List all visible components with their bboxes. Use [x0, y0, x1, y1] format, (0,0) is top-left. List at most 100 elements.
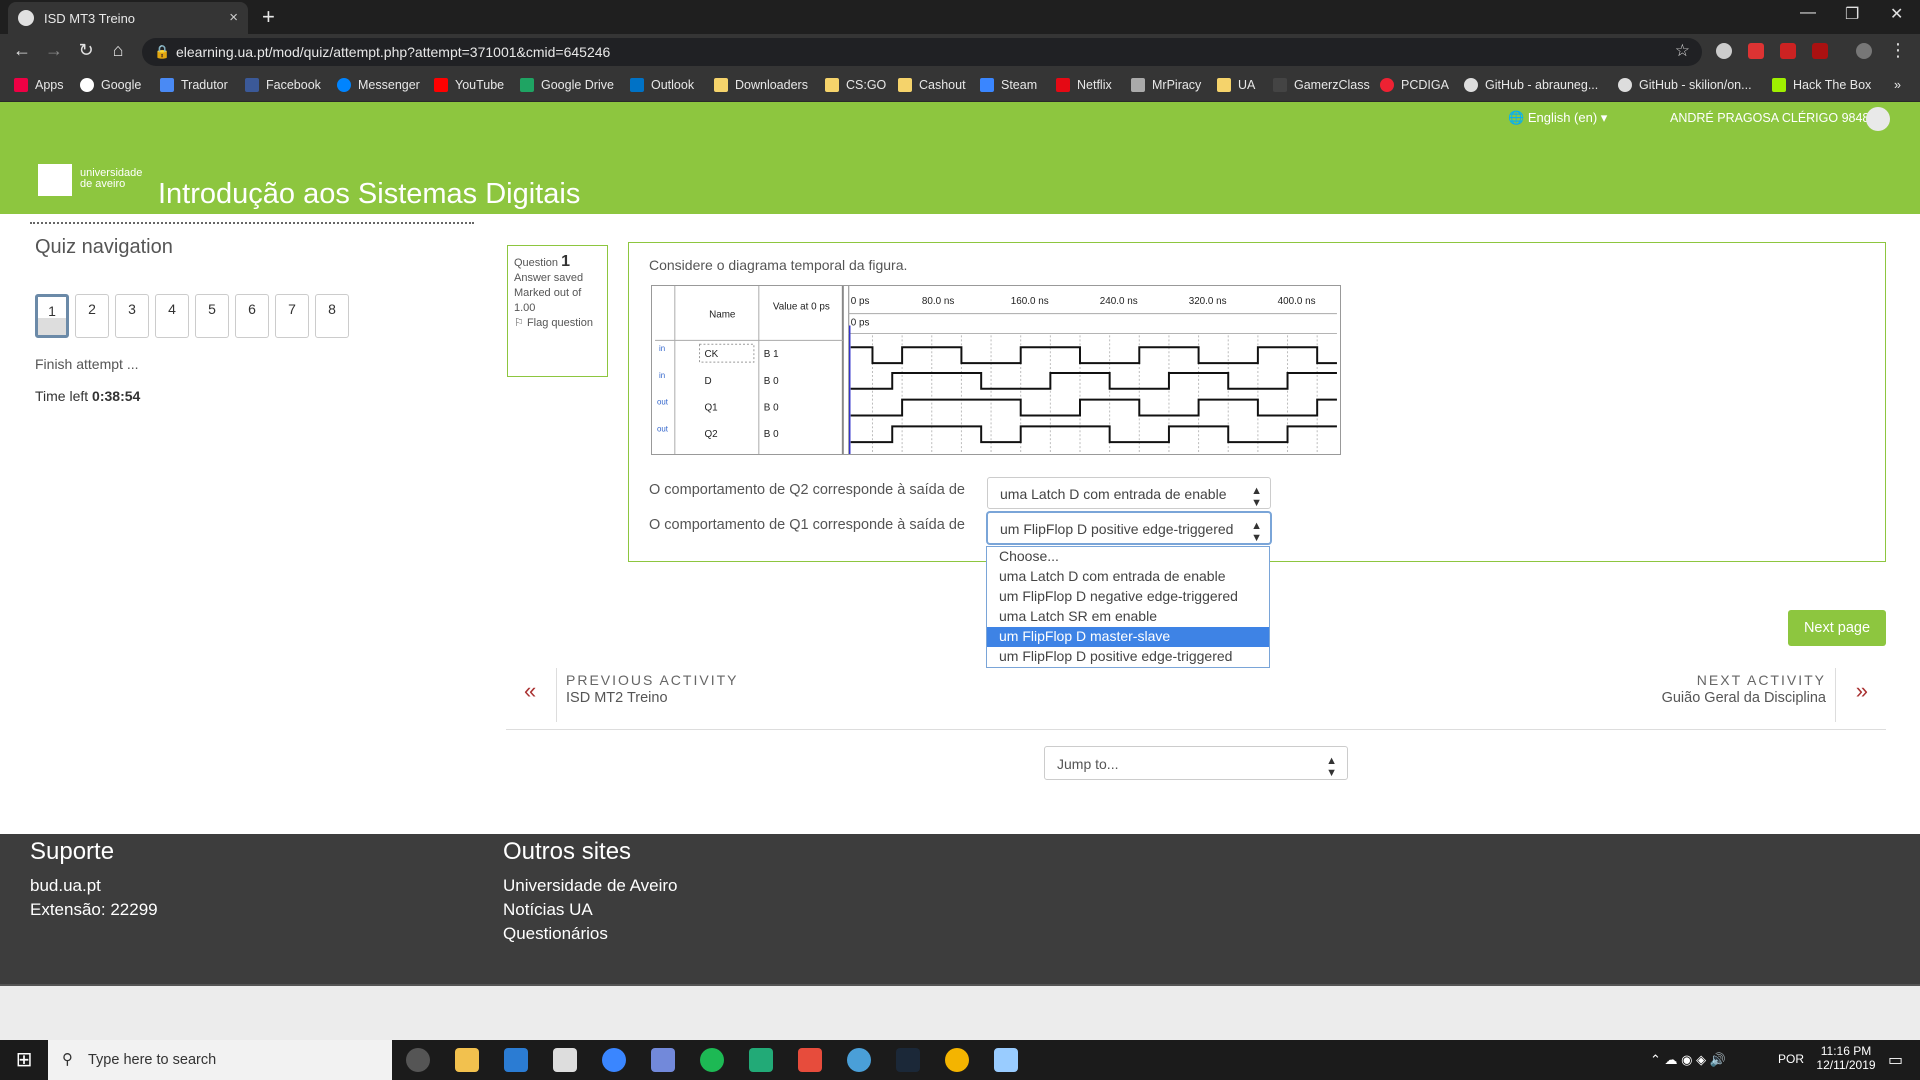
reload-icon[interactable]: ↻	[74, 40, 98, 61]
bookmark-netflix[interactable]: Netflix	[1056, 78, 1112, 92]
support-link[interactable]: bud.ua.pt	[30, 874, 101, 898]
question-button[interactable]: 8	[315, 294, 349, 338]
signal-name: D	[704, 376, 711, 387]
next-page-button[interactable]: Next page	[1788, 610, 1886, 646]
windows-taskbar: ⊞ ⚲ Type here to search ⌃ ☁ ◉ ◈ 🔊 POR 11…	[0, 1040, 1920, 1080]
bookmark-github-skilion[interactable]: GitHub - skilion/on...	[1618, 78, 1752, 92]
app-icon[interactable]	[994, 1048, 1018, 1072]
question-button[interactable]: 4	[155, 294, 189, 338]
other-sites-heading: Outros sites	[503, 838, 632, 865]
question-button[interactable]: 5	[195, 294, 229, 338]
answer-select-q2[interactable]: uma Latch D com entrada de enable ▲ ▼	[987, 477, 1271, 509]
option-choose[interactable]: Choose...	[987, 547, 1269, 567]
extension-icon[interactable]	[1748, 43, 1764, 59]
minimize-icon[interactable]: —	[1800, 4, 1816, 22]
bookmark-steam[interactable]: Steam	[980, 78, 1037, 92]
answer-select-q1[interactable]: um FlipFlop D positive edge-triggered ▲ ▼	[987, 512, 1271, 544]
previous-activity-link[interactable]: ISD MT2 Treino	[566, 690, 668, 706]
bookmark-outlook[interactable]: Outlook	[630, 78, 694, 92]
back-icon[interactable]: ←	[10, 40, 34, 61]
app-icon[interactable]	[798, 1048, 822, 1072]
signal-value: B 0	[764, 403, 779, 414]
university-logo-text: universidade de aveiro	[80, 167, 143, 190]
tab-close-icon[interactable]: ×	[229, 9, 238, 26]
flag-question[interactable]: ⚐ Flag question	[514, 316, 601, 331]
extension-icon[interactable]	[1812, 43, 1828, 59]
answer-options-list[interactable]: Choose... uma Latch D com entrada de ena…	[986, 546, 1270, 668]
tray-icons[interactable]: ⌃ ☁ ◉ ◈ 🔊	[1650, 1052, 1726, 1068]
menu-icon[interactable]: ⋮	[1886, 40, 1910, 61]
app-icon[interactable]	[602, 1048, 626, 1072]
option-latch-sr[interactable]: uma Latch SR em enable	[987, 607, 1269, 627]
bookmarks-more-icon[interactable]: »	[1894, 78, 1901, 92]
bookmark-tradutor[interactable]: Tradutor	[160, 78, 228, 92]
option-ff-negative[interactable]: um FlipFlop D negative edge-triggered	[987, 587, 1269, 607]
finish-attempt-link[interactable]: Finish attempt ...	[35, 356, 138, 372]
bookmark-mrpiracy[interactable]: MrPiracy	[1131, 78, 1201, 92]
jump-to-select[interactable]: Jump to... ▲ ▼	[1044, 746, 1348, 780]
question-button[interactable]: 7	[275, 294, 309, 338]
bookmark-pcdiga[interactable]: PCDIGA	[1380, 78, 1449, 92]
extension-icon[interactable]	[1780, 43, 1796, 59]
bookmark-cashout[interactable]: Cashout	[898, 78, 966, 92]
next-arrow-icon[interactable]: »	[1856, 678, 1868, 704]
bookmark-ua[interactable]: UA	[1217, 78, 1255, 92]
question-info: Question 1 Answer saved Marked out of 1.…	[507, 245, 608, 377]
footer-link[interactable]: Questionários	[503, 922, 608, 946]
footer-link[interactable]: Notícias UA	[503, 898, 593, 922]
language-indicator[interactable]: POR	[1778, 1052, 1804, 1066]
course-title[interactable]: Introdução aos Sistemas Digitais	[158, 178, 580, 211]
bookmark-csgo[interactable]: CS:GO	[825, 78, 886, 92]
notifications-icon[interactable]: ▭	[1888, 1050, 1903, 1070]
signal-value: B 1	[764, 349, 779, 360]
avatar[interactable]	[1866, 107, 1890, 131]
bookmark-facebook[interactable]: Facebook	[245, 78, 321, 92]
bookmark-apps[interactable]: Apps	[14, 78, 64, 92]
chrome-icon[interactable]	[945, 1048, 969, 1072]
forward-icon[interactable]: →	[42, 40, 66, 61]
question-button[interactable]: 2	[75, 294, 109, 338]
close-window-icon[interactable]: ✕	[1890, 4, 1903, 24]
facebook-icon	[245, 78, 259, 92]
mail-icon[interactable]	[553, 1048, 577, 1072]
store-icon[interactable]	[504, 1048, 528, 1072]
bookmark-hackthebox[interactable]: Hack The Box	[1772, 78, 1871, 92]
svg-text:in: in	[659, 371, 665, 380]
option-latch-d[interactable]: uma Latch D com entrada de enable	[987, 567, 1269, 587]
bookmark-downloaders[interactable]: Downloaders	[714, 78, 808, 92]
question-button[interactable]: 1	[35, 294, 69, 338]
discord-icon[interactable]	[651, 1048, 675, 1072]
clock[interactable]: 11:16 PM 12/11/2019	[1812, 1044, 1880, 1072]
home-icon[interactable]: ⌂	[106, 40, 130, 61]
bookmark-messenger[interactable]: Messenger	[337, 78, 420, 92]
university-logo-icon[interactable]	[38, 164, 72, 196]
user-menu[interactable]: ANDRÉ PRAGOSA CLÉRIGO 98485	[1670, 111, 1876, 125]
next-activity-link[interactable]: Guião Geral da Disciplina	[1662, 690, 1826, 706]
option-ff-master-slave[interactable]: um FlipFlop D master-slave	[987, 627, 1269, 647]
browser-tab[interactable]: ISD MT3 Treino ×	[8, 2, 248, 34]
previous-arrow-icon[interactable]: «	[524, 678, 536, 704]
bookmark-github-abrauneg[interactable]: GitHub - abrauneg...	[1464, 78, 1598, 92]
extension-icon[interactable]	[1716, 43, 1732, 59]
app-icon[interactable]	[847, 1048, 871, 1072]
new-tab-button[interactable]: +	[262, 4, 275, 30]
app-icon[interactable]	[749, 1048, 773, 1072]
bookmark-google-drive[interactable]: Google Drive	[520, 78, 614, 92]
bookmark-google[interactable]: Google	[80, 78, 141, 92]
windows-start-icon[interactable]: ⊞	[0, 1040, 48, 1080]
file-explorer-icon[interactable]	[455, 1048, 479, 1072]
address-bar[interactable]: 🔒 elearning.ua.pt/mod/quiz/attempt.php?a…	[142, 38, 1702, 66]
language-menu[interactable]: 🌐 English (en) ▾	[1508, 110, 1607, 126]
question-button[interactable]: 3	[115, 294, 149, 338]
settings-icon[interactable]	[406, 1048, 430, 1072]
steam-icon[interactable]	[896, 1048, 920, 1072]
footer-link[interactable]: Universidade de Aveiro	[503, 874, 678, 898]
restore-icon[interactable]: ❐	[1845, 4, 1859, 24]
bookmark-gamerzclass[interactable]: GamerzClass	[1273, 78, 1370, 92]
bookmark-youtube[interactable]: YouTube	[434, 78, 504, 92]
taskbar-search[interactable]: ⚲ Type here to search	[48, 1040, 392, 1080]
question-button[interactable]: 6	[235, 294, 269, 338]
profile-icon[interactable]	[1856, 43, 1872, 59]
spotify-icon[interactable]	[700, 1048, 724, 1072]
bookmark-star-icon[interactable]: ☆	[1675, 41, 1690, 61]
